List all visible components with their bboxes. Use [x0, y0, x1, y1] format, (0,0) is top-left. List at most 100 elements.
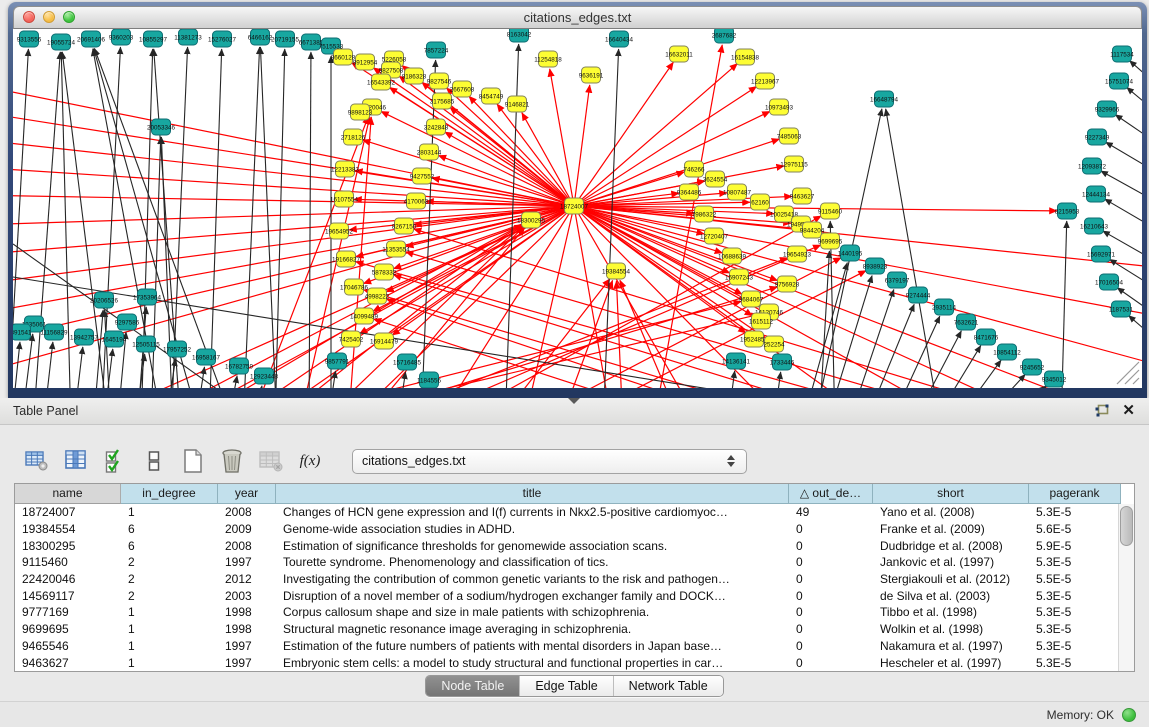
- network-node[interactable]: 9827546: [427, 73, 452, 89]
- network-node[interactable]: 8163042: [507, 29, 532, 42]
- table-row[interactable]: 977716911998Corpus callosum shape and si…: [15, 604, 1134, 621]
- network-node[interactable]: 2687682: [712, 29, 737, 43]
- network-node[interactable]: 16958167: [192, 349, 221, 365]
- network-node[interactable]: 9146821: [505, 96, 530, 112]
- table-row[interactable]: 1830029562008Estimation of significance …: [15, 537, 1134, 554]
- network-node[interactable]: 20206526: [90, 292, 119, 308]
- table-row[interactable]: 946554611997Estimation of the future num…: [15, 638, 1134, 655]
- table-header-row[interactable]: namein_degreeyeartitle△ out_de…shortpage…: [15, 484, 1134, 504]
- network-node[interactable]: 8938923: [863, 258, 888, 274]
- network-node[interactable]: 9463627: [790, 188, 815, 204]
- network-node[interactable]: 12975115: [780, 156, 808, 172]
- select-columns-button[interactable]: [63, 447, 89, 475]
- network-node[interactable]: 1117534: [1110, 46, 1134, 62]
- network-node[interactable]: 2718126: [341, 129, 366, 145]
- network-node[interactable]: 9756928: [775, 276, 800, 292]
- network-node[interactable]: 8215953: [1055, 203, 1080, 219]
- network-node[interactable]: 4170063: [404, 193, 429, 209]
- float-panel-icon[interactable]: [1094, 404, 1110, 418]
- maximize-window-button[interactable]: [63, 11, 75, 23]
- network-node[interactable]: 252254: [763, 336, 785, 352]
- network-node[interactable]: 8454749: [479, 88, 504, 104]
- splitter-handle-icon[interactable]: [568, 398, 580, 404]
- network-node[interactable]: 20691406: [77, 31, 106, 47]
- network-node[interactable]: 10688639: [718, 248, 747, 264]
- network-node[interactable]: 19055724: [47, 34, 76, 50]
- network-node[interactable]: 16907243: [725, 269, 754, 285]
- network-node[interactable]: 3242848: [424, 119, 449, 135]
- network-node[interactable]: 1645194: [102, 331, 127, 347]
- network-node[interactable]: 6379197: [885, 272, 910, 288]
- vertical-scrollbar[interactable]: [1118, 504, 1134, 671]
- table-settings-button[interactable]: [24, 447, 50, 475]
- network-node[interactable]: 1733446: [770, 354, 795, 370]
- network-node[interactable]: 16648794: [870, 91, 899, 107]
- network-node[interactable]: 11254818: [534, 51, 562, 67]
- network-node[interactable]: 10973493: [765, 99, 794, 115]
- column-header-out_de[interactable]: △ out_de…: [789, 484, 873, 504]
- table-type-tabs[interactable]: Node TableEdge TableNetwork Table: [425, 675, 723, 697]
- column-header-in_degree[interactable]: in_degree: [121, 484, 218, 504]
- network-node[interactable]: 1615112: [749, 313, 774, 329]
- network-node[interactable]: 9245652: [1020, 359, 1045, 375]
- network-node[interactable]: 9227349: [1085, 129, 1110, 145]
- network-node[interactable]: 9857791: [325, 353, 350, 369]
- network-node[interactable]: 9115460: [818, 203, 843, 219]
- network-node[interactable]: 391541: [13, 324, 32, 340]
- selection-mode-button[interactable]: [102, 447, 128, 475]
- network-node[interactable]: 2935114: [932, 299, 957, 315]
- network-node[interactable]: 9313556: [17, 31, 42, 47]
- network-node[interactable]: 10855297: [139, 31, 168, 47]
- network-node[interactable]: 4998222: [365, 288, 390, 304]
- network-node[interactable]: 10807487: [723, 184, 752, 200]
- network-node[interactable]: 7986322: [692, 206, 717, 222]
- network-node[interactable]: 6466162: [248, 29, 273, 45]
- network-node[interactable]: 11156829: [40, 324, 68, 340]
- network-node[interactable]: 15276027: [208, 31, 237, 47]
- table-row[interactable]: 1938455462009Genome-wide association stu…: [15, 521, 1134, 538]
- network-node[interactable]: 3624554: [703, 171, 728, 187]
- new-document-button[interactable]: [180, 447, 206, 475]
- network-node[interactable]: 9636191: [579, 67, 604, 83]
- network-node[interactable]: 8912954: [353, 54, 378, 70]
- tab-edge-table[interactable]: Edge Table: [519, 676, 612, 696]
- network-node[interactable]: 17957252: [163, 341, 192, 357]
- tab-network-table[interactable]: Network Table: [613, 676, 723, 696]
- column-header-short[interactable]: short: [873, 484, 1029, 504]
- network-node[interactable]: 1187531: [1109, 301, 1134, 317]
- network-node[interactable]: 7425402: [339, 331, 364, 347]
- network-graph[interactable]: 9313556 19055724206914069360203 10855297 11…: [13, 29, 1142, 388]
- scrollbar-thumb[interactable]: [1120, 506, 1133, 546]
- network-node[interactable]: 20719155: [271, 31, 300, 47]
- network-node[interactable]: 9699695: [818, 233, 843, 249]
- table-row[interactable]: 2242004622012Investigating the contribut…: [15, 571, 1134, 588]
- network-node[interactable]: 5878332: [372, 264, 397, 280]
- network-node[interactable]: 2667608: [450, 81, 475, 97]
- network-node[interactable]: 12213383: [331, 161, 360, 177]
- network-node[interactable]: 8471676: [974, 329, 999, 345]
- network-node[interactable]: 12213967: [751, 73, 780, 89]
- close-window-button[interactable]: [23, 11, 35, 23]
- network-canvas[interactable]: 9313556 19055724206914069360203 10855297 11…: [13, 29, 1142, 388]
- network-node[interactable]: 7857224: [424, 42, 449, 58]
- network-node[interactable]: 9274444: [906, 287, 931, 303]
- network-node[interactable]: 2803144: [417, 144, 442, 160]
- column-header-title[interactable]: title: [276, 484, 789, 504]
- network-node[interactable]: 9345012: [1042, 371, 1067, 387]
- table-row[interactable]: 1872400712008Changes of HCN gene express…: [15, 504, 1134, 521]
- network-node[interactable]: 9360203: [109, 29, 134, 45]
- tab-node-table[interactable]: Node Table: [426, 676, 519, 696]
- network-node[interactable]: 8267150: [392, 218, 417, 234]
- network-node[interactable]: 9364486: [677, 184, 702, 200]
- delete-trash-button[interactable]: [219, 447, 245, 475]
- network-node[interactable]: 20053346: [147, 119, 176, 135]
- minimize-window-button[interactable]: [43, 11, 55, 23]
- network-node[interactable]: 9898123: [348, 104, 373, 120]
- network-node[interactable]: 9297586: [115, 314, 140, 330]
- network-node[interactable]: 746266: [683, 161, 705, 177]
- network-window-titlebar[interactable]: citations_edges.txt: [13, 6, 1142, 29]
- network-node[interactable]: 11353554: [382, 241, 410, 257]
- network-node[interactable]: 15716485: [393, 354, 422, 370]
- network-node[interactable]: 17016504: [1095, 274, 1124, 290]
- table-body[interactable]: 1872400712008Changes of HCN gene express…: [15, 504, 1134, 671]
